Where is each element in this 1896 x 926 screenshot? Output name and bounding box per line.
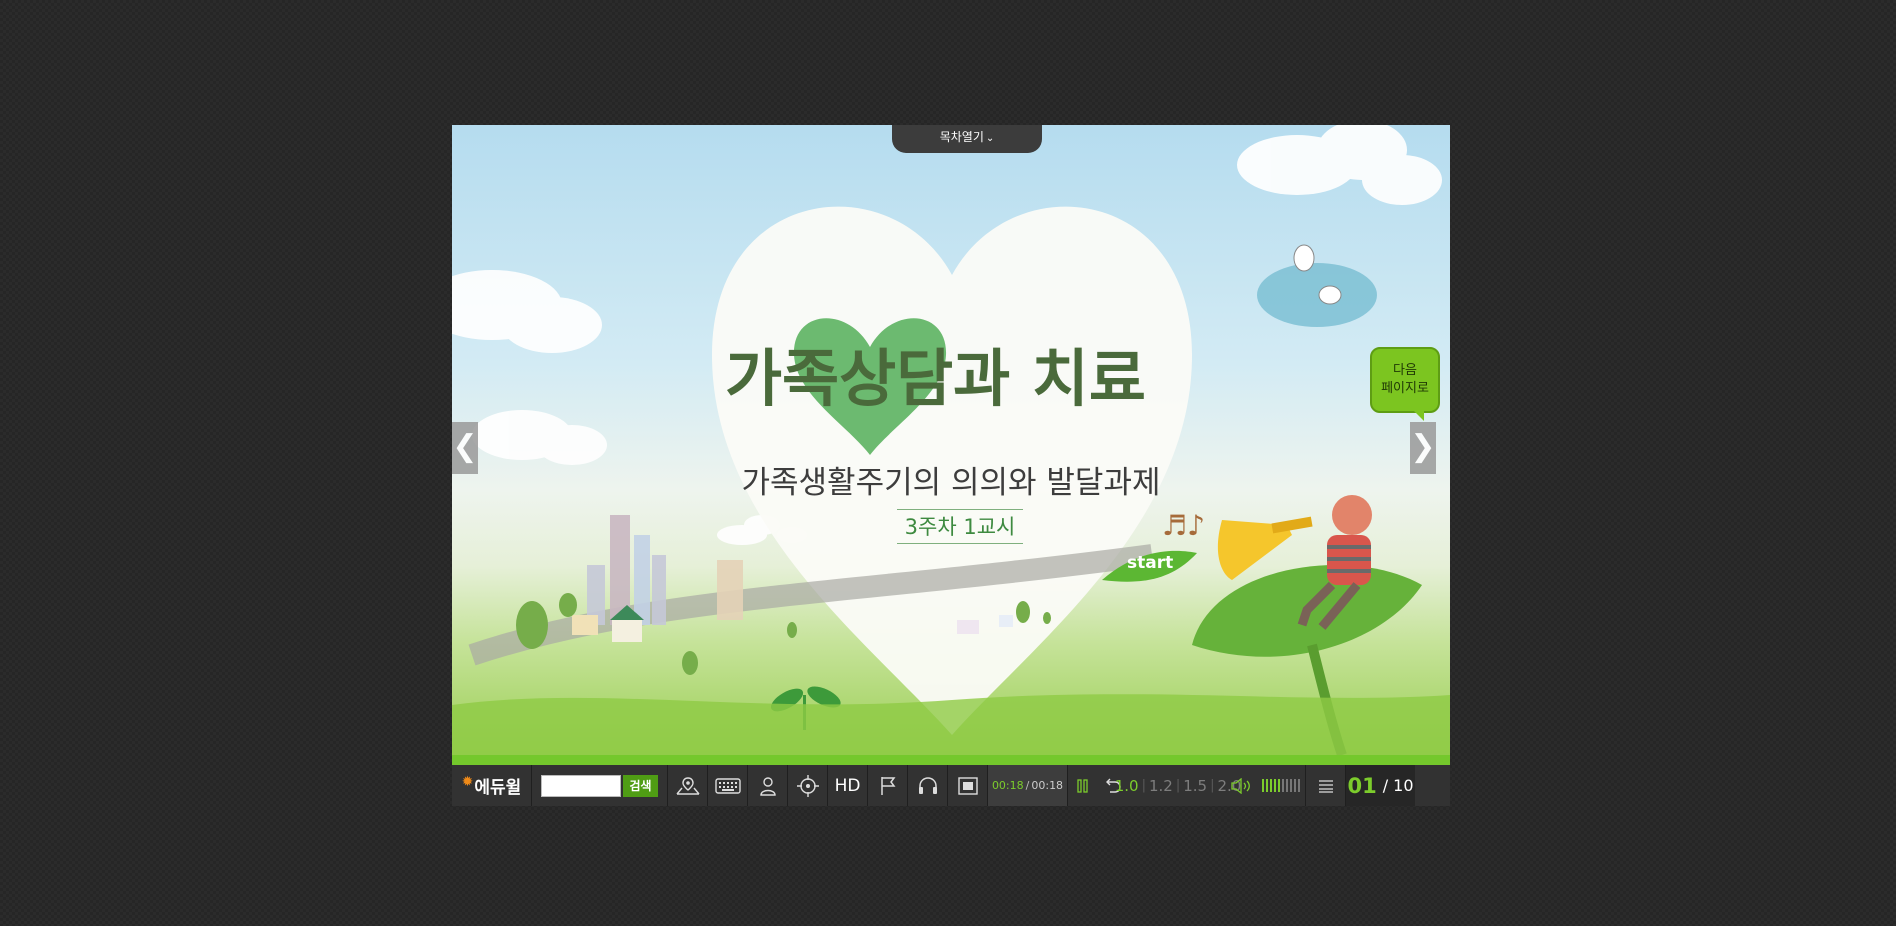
eduwill-logo: ✹ 에듀윌	[452, 765, 532, 806]
speaker-icon	[1231, 777, 1250, 794]
keyboard-button[interactable]	[708, 765, 748, 806]
page-current: 01	[1347, 773, 1377, 798]
time-total: 00:18	[1031, 779, 1064, 792]
menu-icon	[1318, 779, 1333, 793]
time-display: 00:18/00:18	[988, 765, 1068, 806]
search-button[interactable]: 검색	[623, 774, 658, 797]
page-total: / 10	[1382, 776, 1414, 795]
sun-icon: ✹	[461, 773, 474, 790]
slide-subtitle: 가족생활주기의 의의와 발달과제	[741, 465, 1161, 501]
volume-level-bar	[1269, 779, 1272, 792]
progress-fill	[452, 755, 1450, 765]
speed-option[interactable]: 1.0	[1115, 777, 1139, 795]
pause-button[interactable]	[1068, 765, 1098, 806]
bookmark-button[interactable]	[868, 765, 908, 806]
mute-button[interactable]	[1228, 765, 1256, 806]
time-separator: /	[1025, 779, 1030, 792]
start-button[interactable]: start	[1127, 553, 1173, 573]
fullscreen-icon	[957, 776, 978, 795]
search-group: 검색	[532, 765, 668, 806]
next-page-bubble[interactable]: 다음 페이지로	[1370, 347, 1440, 421]
control-bar: ✹ 에듀윌 검색 HD 00:18/00:18 1.0 | 1.2 | 1.5 …	[452, 765, 1450, 806]
toc-open-button[interactable]: 목차열기 ⌄	[892, 125, 1042, 153]
lecture-player: 가족상담과 치료 ♬♪ 목차열기 ⌄ 가족생활주기의 의의와 발달과제 3주차 …	[452, 125, 1450, 806]
list-button[interactable]	[1306, 765, 1346, 806]
headphones-icon	[918, 776, 937, 794]
map-icon	[675, 776, 700, 795]
map-button[interactable]	[668, 765, 708, 806]
next-page-button[interactable]: ❯	[1410, 422, 1436, 474]
logo-text: 에듀윌	[474, 778, 522, 798]
volume-level-bar	[1281, 779, 1284, 792]
profile-button[interactable]	[748, 765, 788, 806]
volume-level-bar	[1285, 779, 1288, 792]
next-bubble-line2: 페이지로	[1381, 381, 1429, 396]
volume-level-bar	[1273, 779, 1276, 792]
volume-level-bar	[1261, 779, 1264, 792]
speed-selector: 1.0 | 1.2 | 1.5 | 2.0	[1114, 776, 1242, 795]
volume-level-bar	[1289, 779, 1292, 792]
crosshair-icon	[796, 774, 819, 797]
volume-level-bar	[1277, 779, 1280, 792]
slide-illustration: 가족상담과 치료 ♬♪	[452, 125, 1450, 755]
volume-level-bar	[1265, 779, 1268, 792]
speed-option[interactable]: 1.5	[1183, 777, 1207, 795]
next-bubble-line1: 다음	[1393, 363, 1417, 378]
volume-level-bar	[1293, 779, 1296, 792]
svg-text:♬♪: ♬♪	[1162, 509, 1205, 542]
pause-icon	[1077, 778, 1088, 793]
keyboard-icon	[714, 777, 741, 794]
person-icon	[759, 776, 776, 796]
locate-button[interactable]	[788, 765, 828, 806]
toc-label: 목차열기	[939, 130, 984, 144]
page-indicator: 01 / 10	[1346, 765, 1415, 806]
chevron-down-icon: ⌄	[985, 133, 995, 144]
hd-button[interactable]: HD	[828, 765, 868, 806]
volume-level-bar	[1297, 779, 1300, 792]
prev-page-button[interactable]: ❮	[452, 422, 478, 474]
slide-stage: 가족상담과 치료 ♬♪ 목차열기 ⌄ 가족생활주기의 의의와 발달과제 3주차 …	[452, 125, 1450, 755]
slide-title: 가족상담과 치료	[725, 342, 1146, 415]
fullscreen-button[interactable]	[948, 765, 988, 806]
volume-slider[interactable]	[1256, 765, 1306, 806]
flag-icon	[880, 776, 895, 795]
progress-bar[interactable]	[452, 755, 1450, 765]
search-input[interactable]	[541, 774, 622, 797]
time-current: 00:18	[991, 779, 1024, 792]
audio-button[interactable]	[908, 765, 948, 806]
speed-option[interactable]: 1.2	[1149, 777, 1173, 795]
slide-session: 3주차 1교시	[897, 509, 1023, 544]
